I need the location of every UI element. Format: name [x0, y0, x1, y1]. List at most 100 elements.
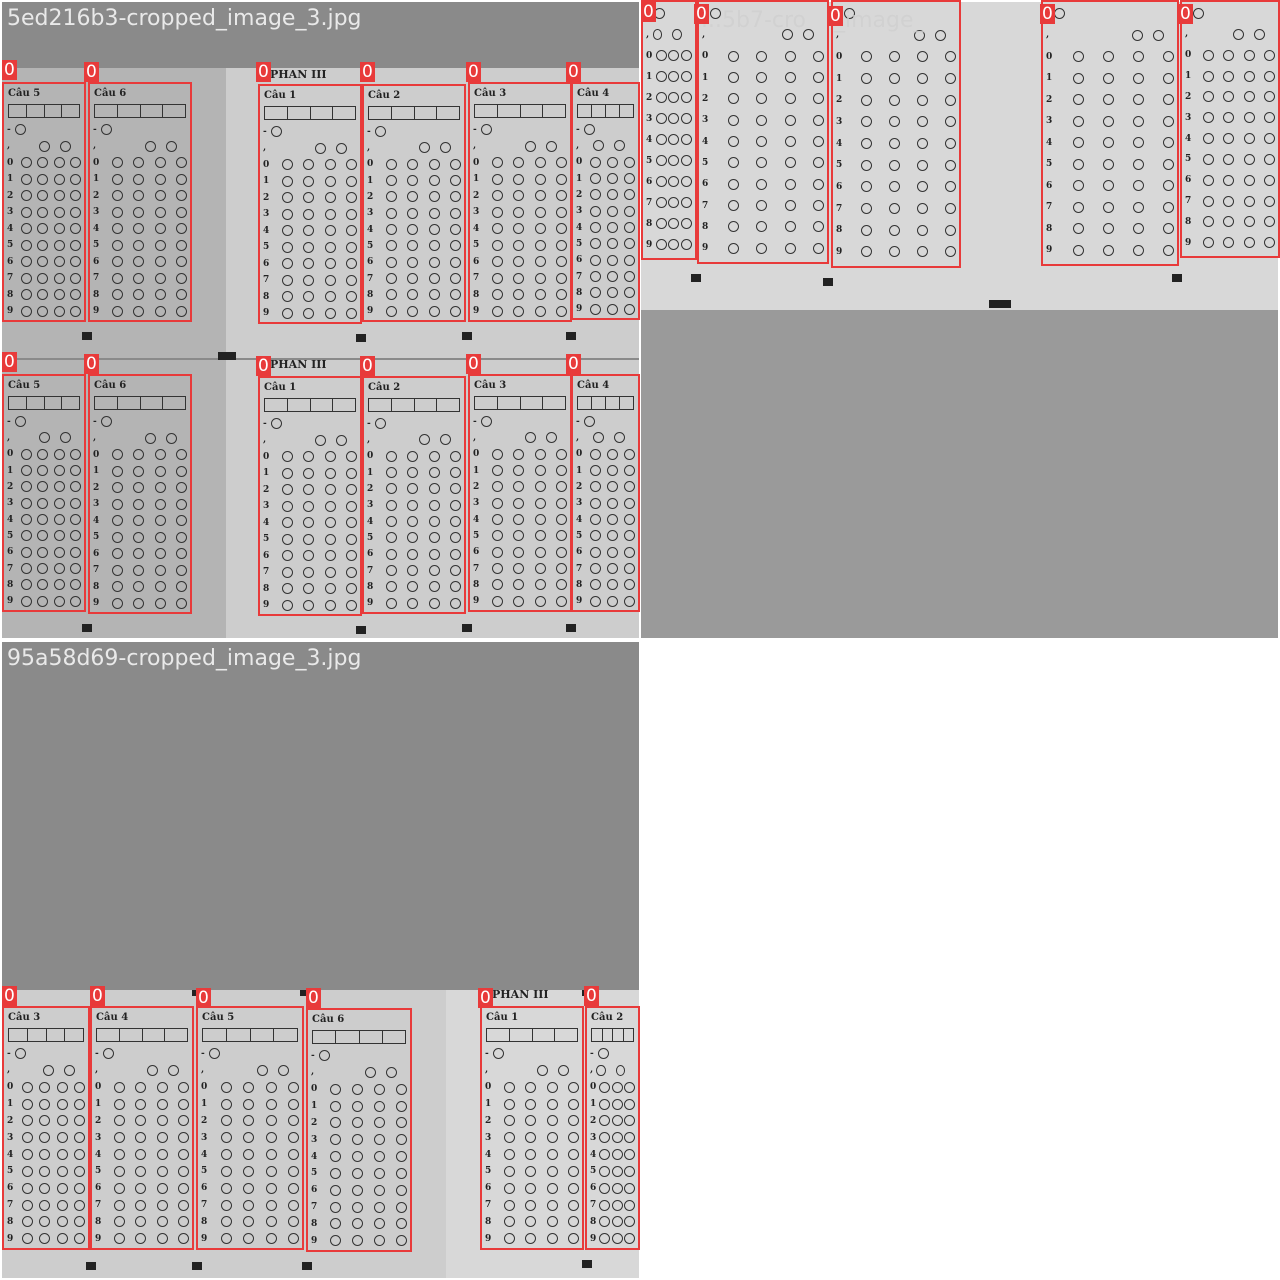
- answer-bubble[interactable]: [135, 1115, 146, 1127]
- answer-bubble[interactable]: [534, 223, 546, 234]
- answer-bubble[interactable]: [265, 1182, 277, 1194]
- answer-bubble[interactable]: [303, 533, 314, 545]
- answer-bubble[interactable]: [154, 597, 166, 609]
- answer-bubble[interactable]: [1264, 91, 1275, 103]
- answer-bubble[interactable]: [428, 191, 440, 203]
- answer-bubble[interactable]: [680, 176, 692, 187]
- answer-bubble[interactable]: [1243, 216, 1255, 228]
- answer-bubble[interactable]: [513, 448, 524, 460]
- answer-bubble[interactable]: [917, 159, 928, 171]
- answer-bubble[interactable]: [756, 242, 767, 254]
- answer-bubble[interactable]: [324, 467, 336, 479]
- answer-bubble[interactable]: [209, 1048, 220, 1059]
- answer-bubble[interactable]: [303, 500, 314, 512]
- answer-bubble[interactable]: [1163, 158, 1174, 170]
- answer-bubble[interactable]: [623, 1182, 635, 1194]
- answer-bubble[interactable]: [56, 1199, 68, 1211]
- answer-bubble[interactable]: [111, 531, 123, 543]
- answer-bubble[interactable]: [1163, 94, 1174, 105]
- answer-bubble[interactable]: [491, 546, 503, 558]
- answer-bubble[interactable]: [428, 158, 440, 170]
- answer-bubble[interactable]: [53, 481, 65, 493]
- answer-bubble[interactable]: [133, 157, 144, 168]
- answer-bubble[interactable]: [346, 599, 357, 611]
- answer-bubble[interactable]: [176, 564, 187, 576]
- answer-bubble[interactable]: [385, 450, 397, 462]
- answer-bubble[interactable]: [945, 224, 956, 236]
- answer-bubble[interactable]: [374, 1167, 385, 1179]
- answer-bubble[interactable]: [330, 1117, 341, 1129]
- answer-bubble[interactable]: [281, 258, 293, 269]
- answer-bubble[interactable]: [37, 206, 48, 218]
- answer-bubble[interactable]: [1202, 133, 1214, 144]
- answer-bubble[interactable]: [784, 157, 796, 169]
- answer-bubble[interactable]: [556, 595, 567, 607]
- answer-bubble[interactable]: [513, 206, 524, 218]
- answer-bubble[interactable]: [281, 500, 293, 512]
- answer-bubble[interactable]: [407, 256, 418, 268]
- answer-bubble[interactable]: [525, 140, 536, 152]
- answer-bubble[interactable]: [1103, 94, 1114, 105]
- answer-bubble[interactable]: [281, 451, 293, 462]
- answer-bubble[interactable]: [385, 499, 397, 511]
- answer-bubble[interactable]: [407, 467, 418, 478]
- answer-bubble[interactable]: [784, 242, 796, 254]
- answer-bubble[interactable]: [133, 206, 144, 218]
- answer-bubble[interactable]: [330, 1167, 341, 1179]
- answer-bubble[interactable]: [156, 1216, 168, 1228]
- answer-bubble[interactable]: [1243, 91, 1255, 103]
- answer-bubble[interactable]: [303, 517, 314, 528]
- answer-bubble[interactable]: [590, 189, 601, 201]
- answer-bubble[interactable]: [428, 581, 440, 593]
- answer-bubble[interactable]: [1264, 174, 1275, 186]
- answer-bubble[interactable]: [53, 239, 65, 251]
- answer-bubble[interactable]: [281, 550, 293, 561]
- answer-bubble[interactable]: [154, 256, 166, 267]
- answer-bubble[interactable]: [590, 205, 601, 217]
- answer-bubble[interactable]: [53, 546, 65, 558]
- answer-bubble[interactable]: [611, 1233, 623, 1245]
- answer-bubble[interactable]: [1202, 237, 1214, 249]
- answer-bubble[interactable]: [428, 273, 440, 284]
- answer-bubble[interactable]: [74, 1233, 85, 1245]
- answer-bubble[interactable]: [243, 1098, 254, 1110]
- answer-bubble[interactable]: [111, 190, 123, 201]
- answer-bubble[interactable]: [346, 583, 357, 594]
- answer-bubble[interactable]: [599, 1081, 611, 1093]
- answer-bubble[interactable]: [133, 173, 144, 185]
- answer-bubble[interactable]: [37, 514, 48, 525]
- answer-bubble[interactable]: [568, 1233, 579, 1245]
- answer-bubble[interactable]: [37, 481, 48, 493]
- answer-bubble[interactable]: [352, 1134, 363, 1146]
- answer-bubble[interactable]: [288, 1165, 299, 1177]
- answer-bubble[interactable]: [599, 1098, 611, 1110]
- answer-bubble[interactable]: [727, 178, 739, 190]
- answer-bubble[interactable]: [491, 514, 503, 525]
- answer-bubble[interactable]: [727, 200, 739, 211]
- answer-bubble[interactable]: [1223, 112, 1234, 124]
- answer-bubble[interactable]: [385, 467, 397, 478]
- answer-bubble[interactable]: [324, 307, 336, 319]
- answer-bubble[interactable]: [56, 1165, 68, 1177]
- answer-bubble[interactable]: [346, 258, 357, 269]
- answer-bubble[interactable]: [37, 579, 48, 591]
- answer-bubble[interactable]: [593, 140, 604, 152]
- answer-bubble[interactable]: [53, 530, 65, 542]
- answer-bubble[interactable]: [407, 158, 418, 170]
- answer-bubble[interactable]: [450, 289, 461, 301]
- answer-bubble[interactable]: [428, 305, 440, 317]
- answer-bubble[interactable]: [450, 467, 461, 478]
- answer-bubble[interactable]: [385, 207, 397, 219]
- answer-bubble[interactable]: [428, 548, 440, 560]
- answer-bubble[interactable]: [303, 550, 314, 561]
- answer-bubble[interactable]: [324, 192, 336, 203]
- answer-bubble[interactable]: [1133, 72, 1144, 84]
- answer-bubble[interactable]: [1073, 223, 1084, 234]
- answer-bubble[interactable]: [21, 1115, 33, 1127]
- answer-bubble[interactable]: [111, 465, 123, 477]
- answer-bubble[interactable]: [813, 157, 824, 169]
- answer-bubble[interactable]: [154, 581, 166, 592]
- answer-bubble[interactable]: [624, 156, 635, 168]
- answer-bubble[interactable]: [74, 1165, 85, 1177]
- answer-bubble[interactable]: [74, 1216, 85, 1228]
